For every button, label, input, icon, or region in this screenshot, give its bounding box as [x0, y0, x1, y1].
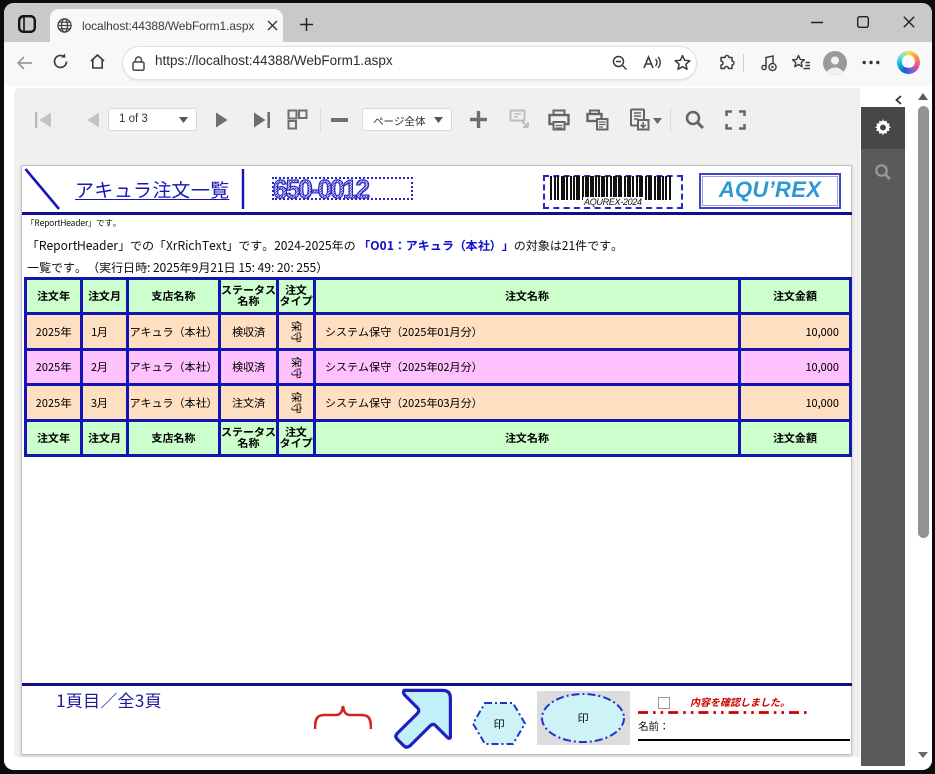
svg-text:650-0012: 650-0012 — [273, 177, 370, 201]
svg-text:印: 印 — [494, 716, 505, 732]
svg-text:印: 印 — [578, 710, 589, 726]
